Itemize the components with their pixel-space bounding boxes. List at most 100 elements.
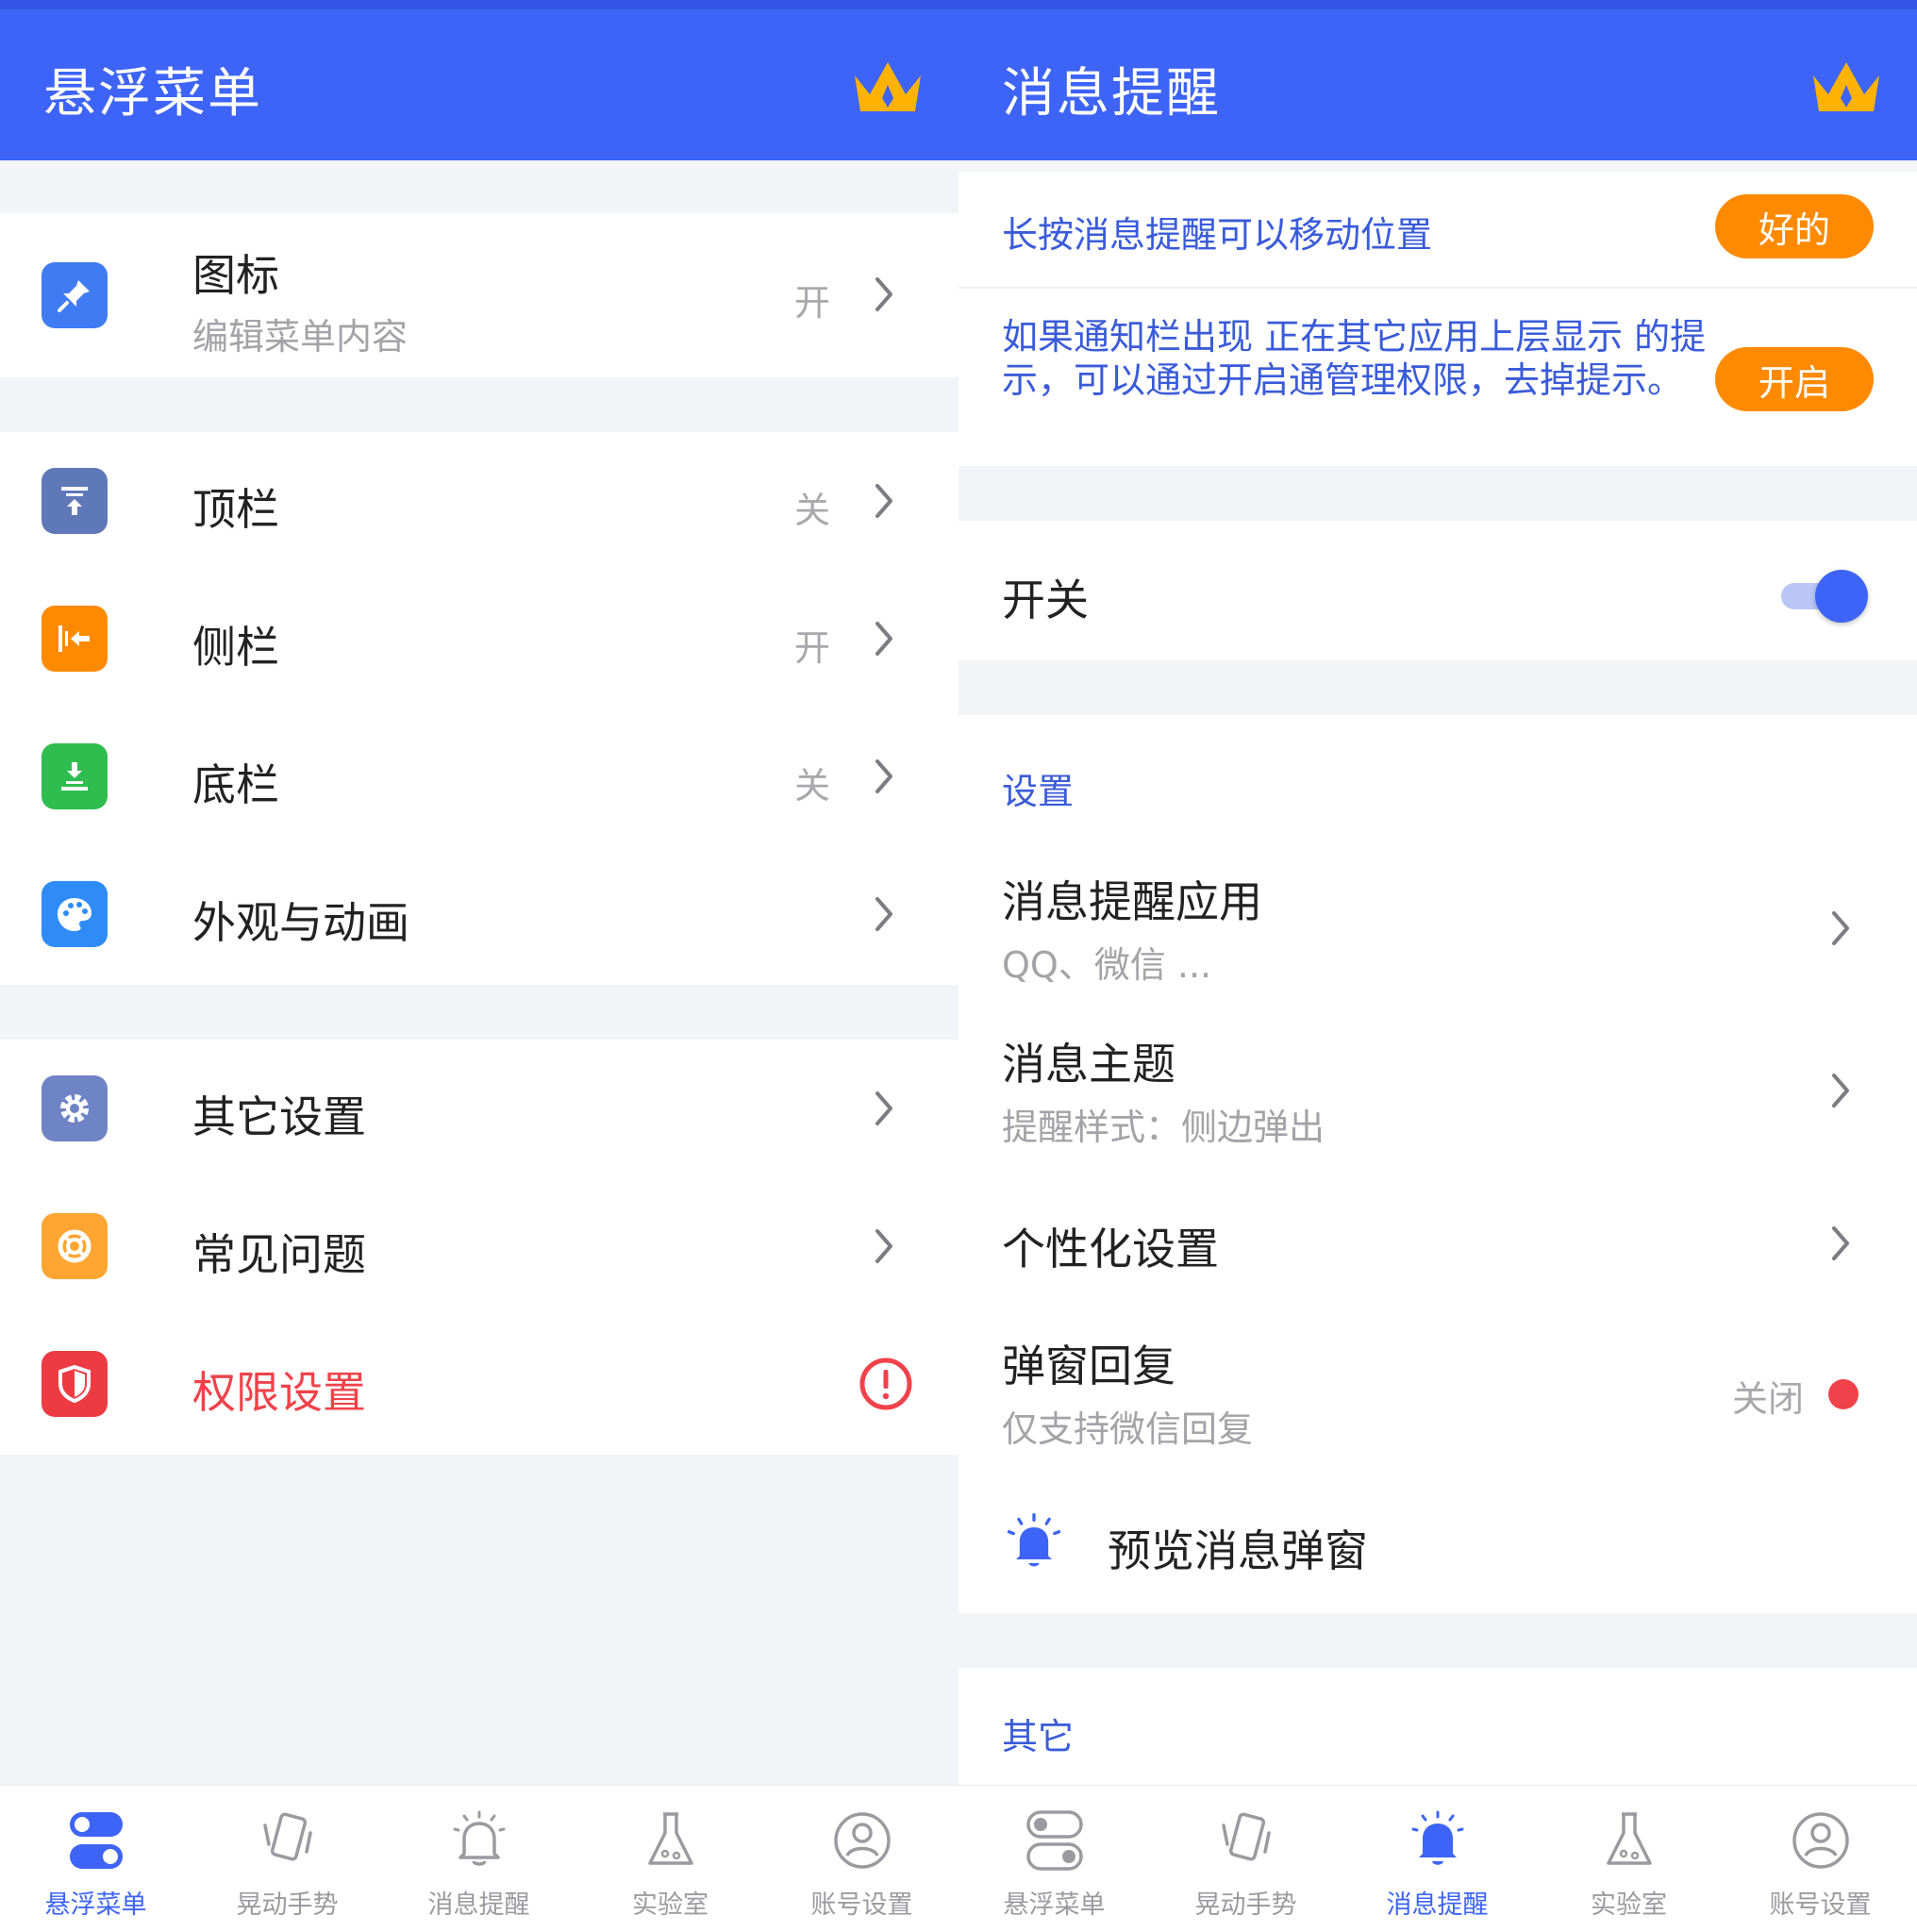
- theme-sub: 提醒样式：侧边弹出: [1002, 1107, 1325, 1148]
- icon-row-status: 开: [793, 282, 830, 324]
- notify-apps-row[interactable]: 消息提醒应用 QQ、微信 ...: [958, 847, 1917, 1009]
- enable-button[interactable]: 开启: [1715, 347, 1874, 411]
- chevron-right-icon: [1832, 911, 1849, 945]
- side-bar-icon: [42, 606, 108, 672]
- bottom-bar-icon: [42, 743, 108, 809]
- popup-reply-label: 弹窗回复: [1002, 1341, 1175, 1391]
- user-icon: [833, 1812, 891, 1869]
- tab-label: 消息提醒: [1386, 1890, 1489, 1920]
- preview-label: 预览消息弹窗: [1108, 1525, 1368, 1576]
- tab-label: 悬浮菜单: [1003, 1890, 1106, 1920]
- tab-account[interactable]: 账号设置: [766, 1786, 958, 1932]
- faq-label: 常见问题: [192, 1229, 366, 1280]
- appearance-row[interactable]: 外观与动画: [0, 845, 958, 985]
- chevron-right-icon: [875, 759, 892, 793]
- tab-label: 晃动手势: [1194, 1890, 1297, 1920]
- icon-row-sub: 编辑菜单内容: [192, 316, 408, 358]
- theme-row[interactable]: 消息主题 提醒样式：侧边弹出: [958, 1009, 1917, 1172]
- tab-notifications[interactable]: 消息提醒: [1342, 1786, 1533, 1932]
- tab-floating-menu[interactable]: 悬浮菜单: [958, 1786, 1150, 1932]
- faq-row[interactable]: 常见问题: [0, 1177, 958, 1315]
- warning-icon: [859, 1357, 912, 1410]
- toggle-icon: [69, 1812, 123, 1869]
- master-toggle[interactable]: [1777, 570, 1868, 623]
- chevron-right-icon: [875, 484, 892, 518]
- tip-move-row: 长按消息提醒可以移动位置 好的: [958, 172, 1917, 289]
- permission-label: 权限设置: [192, 1367, 366, 1418]
- chevron-right-icon: [1832, 1074, 1849, 1108]
- tip-text: 如果通知栏出现 正在其它应用上层显示 的提示，可以通过开启通管理权限，去掉提示。: [1002, 316, 1707, 401]
- switch-card: 开关: [958, 521, 1917, 660]
- side-bar-label: 侧栏: [192, 622, 279, 673]
- user-icon: [1792, 1812, 1849, 1869]
- flask-icon: [647, 1812, 693, 1865]
- tab-label: 消息提醒: [427, 1890, 530, 1920]
- tab-label: 实验室: [1591, 1890, 1667, 1920]
- icon-settings-row[interactable]: 图标 编辑菜单内容 开: [0, 213, 958, 377]
- tab-notifications[interactable]: 消息提醒: [383, 1786, 575, 1932]
- tab-label: 账号设置: [810, 1890, 913, 1920]
- crown-icon[interactable]: [1809, 57, 1883, 117]
- bell-icon: [453, 1810, 505, 1866]
- tab-account[interactable]: 账号设置: [1725, 1786, 1916, 1932]
- tip-text: 长按消息提醒可以移动位置: [1002, 214, 1433, 256]
- other-card: 其它: [958, 1668, 1917, 1785]
- notify-apps-sub: QQ、微信 ...: [1002, 944, 1212, 986]
- misc-card: 其它设置 常见问题 权限设置: [0, 1040, 958, 1455]
- chevron-right-icon: [875, 622, 892, 656]
- bars-card: 顶栏 关 侧栏 开 底栏 关 外观与动画: [0, 432, 958, 985]
- bell-icon: [1007, 1513, 1061, 1567]
- tab-label: 账号设置: [1769, 1890, 1872, 1920]
- shield-icon: [42, 1351, 108, 1417]
- personalize-label: 个性化设置: [1002, 1224, 1219, 1274]
- app-header: 消息提醒: [958, 9, 1917, 160]
- preview-row[interactable]: 预览消息弹窗: [958, 1475, 1917, 1613]
- tab-lab[interactable]: 实验室: [1533, 1786, 1725, 1932]
- bottom-tab-bar: 悬浮菜单 晃动手势 消息提醒 实验室 账号设置: [0, 1785, 958, 1932]
- bottom-bar-status: 关: [793, 765, 830, 807]
- permission-row[interactable]: 权限设置: [0, 1315, 958, 1455]
- tab-lab[interactable]: 实验室: [575, 1786, 766, 1932]
- tab-label: 晃动手势: [236, 1890, 339, 1920]
- side-bar-row[interactable]: 侧栏 开: [0, 570, 958, 708]
- flask-icon: [1606, 1812, 1652, 1865]
- left-pane: 悬浮菜单 图标 编辑菜单内容 开 顶栏 关 侧栏 开 底栏 关 外观与动画 其它…: [0, 0, 958, 1932]
- right-pane: 消息提醒 长按消息提醒可以移动位置 好的 如果通知栏出现 正在其它应用上层显示 …: [958, 0, 1917, 1932]
- chevron-right-icon: [875, 897, 892, 931]
- other-settings-row[interactable]: 其它设置: [0, 1040, 958, 1177]
- tab-shake-gesture[interactable]: 晃动手势: [192, 1786, 383, 1932]
- tip-permission-row: 如果通知栏出现 正在其它应用上层显示 的提示，可以通过开启通管理权限，去掉提示。…: [958, 289, 1917, 466]
- popup-reply-row[interactable]: 弹窗回复 仅支持微信回复 关闭: [958, 1313, 1917, 1475]
- switch-label: 开关: [1002, 575, 1089, 625]
- crown-icon[interactable]: [851, 57, 925, 117]
- page-title: 消息提醒: [1002, 63, 1221, 125]
- chevron-right-icon: [875, 277, 892, 311]
- gear-icon: [42, 1075, 108, 1141]
- top-bar-row[interactable]: 顶栏 关: [0, 432, 958, 570]
- notify-apps-label: 消息提醒应用: [1002, 876, 1262, 927]
- lifebuoy-icon: [42, 1213, 108, 1279]
- top-bar-status: 关: [793, 490, 830, 531]
- switch-row: 开关: [958, 521, 1917, 660]
- tab-floating-menu[interactable]: 悬浮菜单: [0, 1786, 192, 1932]
- bottom-bar-label: 底栏: [192, 759, 279, 810]
- top-bar-icon: [42, 468, 108, 534]
- tab-shake-gesture[interactable]: 晃动手势: [1150, 1786, 1342, 1932]
- ok-button[interactable]: 好的: [1715, 194, 1874, 258]
- bottom-bar-row[interactable]: 底栏 关: [0, 708, 958, 845]
- shake-phone-icon: [262, 1812, 312, 1861]
- settings-card: 设置 消息提醒应用 QQ、微信 ... 消息主题 提醒样式：侧边弹出 个性化设置…: [958, 715, 1917, 1613]
- pin-icon: [42, 262, 108, 328]
- appearance-label: 外观与动画: [192, 897, 409, 948]
- chevron-right-icon: [875, 1229, 892, 1263]
- section-title-settings: 设置: [1002, 771, 1075, 812]
- palette-icon: [42, 881, 108, 947]
- tips-card: 长按消息提醒可以移动位置 好的 如果通知栏出现 正在其它应用上层显示 的提示，可…: [958, 172, 1917, 466]
- section-title-other: 其它: [1002, 1716, 1075, 1757]
- status-dot: [1828, 1379, 1859, 1409]
- chevron-right-icon: [1832, 1226, 1849, 1260]
- bottom-tab-bar: 悬浮菜单 晃动手势 消息提醒 实验室 账号设置: [958, 1785, 1917, 1932]
- other-settings-label: 其它设置: [192, 1091, 366, 1142]
- personalize-row[interactable]: 个性化设置: [958, 1172, 1917, 1313]
- top-bar-label: 顶栏: [192, 484, 279, 535]
